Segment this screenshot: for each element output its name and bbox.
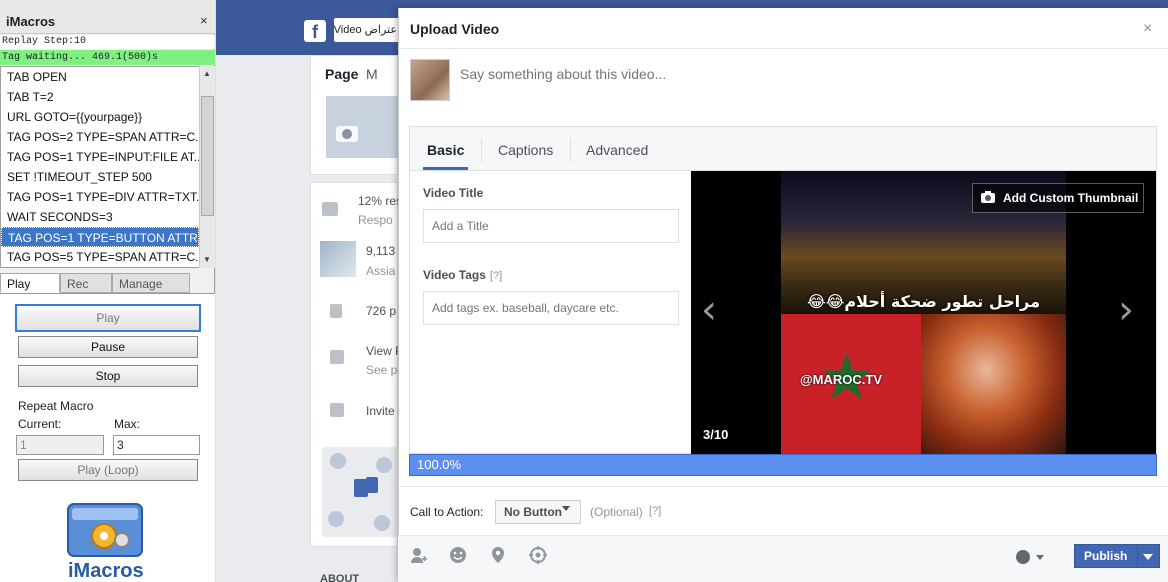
- page-cover-photo[interactable]: [326, 96, 398, 158]
- script-line[interactable]: TAB OPEN: [1, 67, 199, 87]
- script-line[interactable]: TAB T=2: [1, 87, 199, 107]
- call-to-action-dropdown[interactable]: No Button: [495, 500, 581, 524]
- camera-icon: [336, 126, 358, 142]
- imacros-title: iMacros: [6, 14, 56, 29]
- avatar[interactable]: [320, 241, 356, 277]
- video-tags-label-row: Video Tags [?]: [423, 268, 502, 282]
- close-icon[interactable]: ×: [200, 13, 208, 28]
- script-line[interactable]: TAG POS=1 TYPE=INPUT:FILE AT...: [1, 147, 199, 167]
- tab-messages[interactable]: M: [366, 66, 378, 82]
- response-rate: 12% res: [358, 194, 403, 208]
- view-page-sub: See p: [366, 363, 398, 377]
- repeat-macro-label: Repeat Macro: [18, 399, 94, 413]
- thumbnail-handle: @MAROC.TV: [800, 372, 883, 387]
- script-scrollbar[interactable]: ▲ ▼: [199, 66, 215, 268]
- invite-friends-link[interactable]: Invite f: [366, 404, 401, 418]
- scroll-down-icon[interactable]: ▼: [203, 255, 211, 264]
- screen: f اعتراض Video Page M 12% res Respo 9,11…: [0, 0, 1168, 582]
- play-button[interactable]: Play: [15, 304, 201, 332]
- thumbs-up-icon: [328, 453, 392, 531]
- invite-icon: [330, 403, 344, 417]
- active-tab-underline: [423, 167, 468, 170]
- divider: [398, 48, 1168, 49]
- add-custom-thumbnail-button[interactable]: Add Custom Thumbnail: [972, 183, 1144, 213]
- status-input[interactable]: [460, 64, 1150, 84]
- target-icon[interactable]: [529, 546, 547, 564]
- script-line[interactable]: TAG POS=2 TYPE=SPAN ATTR=C...: [1, 127, 199, 147]
- dialog-title: Upload Video: [410, 21, 500, 37]
- facebook-logo-icon[interactable]: f: [304, 20, 326, 42]
- response-label: Respo: [358, 213, 393, 227]
- facebook-left-gutter: [216, 55, 310, 582]
- about-heading: ABOUT: [320, 573, 360, 582]
- location-icon[interactable]: [489, 546, 507, 564]
- imacros-logo-text: iMacros: [68, 560, 144, 582]
- script-line[interactable]: TAG POS=5 TYPE=SPAN ATTR=C...: [1, 247, 199, 267]
- pause-button[interactable]: Pause: [18, 336, 198, 358]
- optional-note: (Optional): [590, 505, 643, 519]
- facebook-search-box[interactable]: اعتراض Video: [334, 18, 404, 42]
- upload-progress-bar: 100.0%: [409, 454, 1157, 476]
- tab-captions[interactable]: Captions: [498, 142, 553, 158]
- camera-icon: [981, 191, 995, 203]
- message-icon: [322, 202, 338, 216]
- likes-sub: Assia: [366, 264, 396, 278]
- stop-button[interactable]: Stop: [18, 365, 198, 387]
- scrollbar-thumb[interactable]: [201, 96, 214, 216]
- tab-play[interactable]: Play: [0, 273, 60, 293]
- thumbnail-caption: مراحل تطور ضحكة أحلام😂😂: [807, 292, 1040, 311]
- divider: [1137, 545, 1138, 567]
- tab-rec[interactable]: Rec: [60, 273, 112, 293]
- tab-manage[interactable]: Manage: [112, 273, 190, 293]
- tab-basic[interactable]: Basic: [427, 142, 464, 158]
- close-icon[interactable]: ×: [1143, 20, 1152, 38]
- video-tags-field[interactable]: [423, 291, 679, 325]
- divider: [481, 138, 482, 162]
- current-label: Current:: [18, 417, 62, 431]
- imacros-logo-icon: [64, 500, 154, 564]
- current-field[interactable]: 1: [16, 435, 104, 455]
- page-icon: [330, 350, 344, 364]
- script-line[interactable]: TAG POS=1 TYPE=BUTTON ATTR...: [1, 227, 199, 247]
- video-title-field[interactable]: [423, 209, 679, 243]
- thumbnail-portrait: [921, 314, 1066, 454]
- invite-illustration: [322, 447, 398, 537]
- video-title-label: Video Title: [423, 186, 484, 200]
- script-line[interactable]: SET !TIMEOUT_STEP 500: [1, 167, 199, 187]
- script-line[interactable]: WAIT SECONDS=3: [1, 207, 199, 227]
- chevron-down-icon: [562, 506, 570, 511]
- max-label: Max:: [114, 417, 141, 431]
- tab-advanced[interactable]: Advanced: [586, 142, 648, 158]
- help-icon[interactable]: [?]: [490, 270, 502, 282]
- reach-stat: 726 p: [366, 304, 397, 318]
- tab-page[interactable]: Page: [325, 66, 358, 82]
- chevron-down-icon[interactable]: [1143, 554, 1153, 560]
- max-field[interactable]: 3: [113, 435, 200, 455]
- chart-icon: [330, 304, 342, 318]
- avatar: [410, 59, 450, 101]
- tag-waiting-status: Tag waiting... 469.1(500)s: [0, 50, 215, 65]
- imacros-tabs: Play Rec Manage: [0, 272, 215, 294]
- next-thumbnail-icon[interactable]: ›: [1118, 290, 1134, 330]
- thumbnail-counter: 3/10: [703, 427, 729, 442]
- script-line[interactable]: URL GOTO={{yourpage}}: [1, 107, 199, 127]
- likes-count: 9,113: [366, 244, 396, 258]
- scroll-up-icon[interactable]: ▲: [203, 69, 211, 78]
- dialog-footer: [398, 535, 1168, 582]
- help-icon[interactable]: [?]: [649, 505, 661, 517]
- previous-thumbnail-icon[interactable]: ‹: [701, 290, 717, 330]
- chevron-down-icon[interactable]: [1036, 555, 1044, 560]
- macro-script-list[interactable]: TAB OPEN TAB T=2 URL GOTO={{yourpage}} TAG …: [0, 66, 215, 268]
- play-loop-button[interactable]: Play (Loop): [18, 459, 198, 481]
- call-to-action-label: Call to Action:: [410, 505, 484, 519]
- video-tags-label: Video Tags: [423, 268, 486, 282]
- divider: [398, 486, 1168, 487]
- feeling-icon[interactable]: [449, 546, 467, 564]
- replay-status: Replay Step:10: [0, 35, 215, 49]
- divider: [570, 138, 571, 162]
- tag-people-icon[interactable]: [409, 546, 427, 564]
- script-line[interactable]: TAG POS=1 TYPE=DIV ATTR=TXT...: [1, 187, 199, 207]
- audience-globe-icon[interactable]: [1016, 550, 1030, 564]
